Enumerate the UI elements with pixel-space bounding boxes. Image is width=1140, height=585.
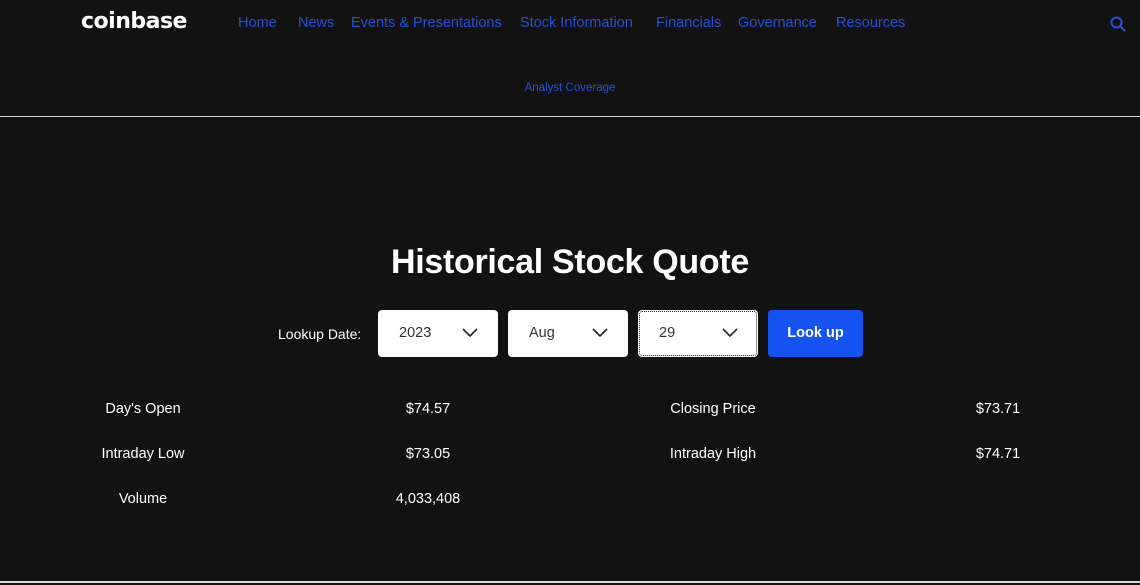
coinbase-logo[interactable]: coinbase <box>81 9 187 34</box>
nav-resources[interactable]: Resources <box>836 15 905 31</box>
year-value: 2023 <box>399 325 432 341</box>
nav-news[interactable]: News <box>298 15 334 31</box>
nav-stock-information[interactable]: Stock Information <box>520 15 633 31</box>
stat-value: $74.57 <box>405 401 451 417</box>
look-up-button[interactable]: Look up <box>768 310 863 357</box>
month-select[interactable]: Aug <box>508 310 628 357</box>
top-navigation: coinbase Home News Events & Presentation… <box>0 0 1140 48</box>
stat-label: Intraday Low <box>101 446 185 462</box>
lookup-date-label: Lookup Date: <box>278 326 362 342</box>
month-value: Aug <box>529 325 555 341</box>
divider <box>0 581 1140 583</box>
stat-value: $73.71 <box>975 401 1021 417</box>
divider <box>0 116 1140 117</box>
chevron-down-icon <box>722 328 738 338</box>
stat-label: Intraday High <box>669 446 757 462</box>
nav-financials[interactable]: Financials <box>656 15 721 31</box>
chevron-down-icon <box>462 328 478 338</box>
stat-label: Day's Open <box>105 401 181 417</box>
page-title: Historical Stock Quote <box>390 243 750 281</box>
day-select[interactable]: 29 <box>638 310 758 357</box>
stat-value: 4,033,408 <box>395 491 461 507</box>
stat-label: Closing Price <box>670 401 756 417</box>
stat-label: Volume <box>118 491 168 507</box>
stat-value: $74.71 <box>975 446 1021 462</box>
nav-events-presentations[interactable]: Events & Presentations <box>351 15 502 31</box>
day-value: 29 <box>659 325 676 341</box>
nav-governance[interactable]: Governance <box>738 15 817 31</box>
nav-home[interactable]: Home <box>238 15 277 31</box>
subnav-analyst-coverage[interactable]: Analyst Coverage <box>0 82 1140 94</box>
search-icon[interactable] <box>1110 16 1126 32</box>
chevron-down-icon <box>592 328 608 338</box>
sub-navigation: Analyst Coverage <box>0 48 1140 116</box>
stat-value: $73.05 <box>405 446 451 462</box>
year-select[interactable]: 2023 <box>378 310 498 357</box>
